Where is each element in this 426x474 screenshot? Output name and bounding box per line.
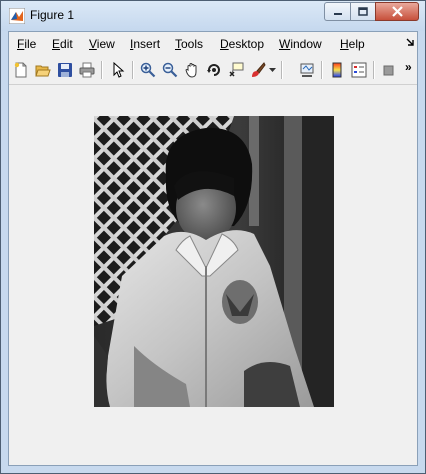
data-cursor-button[interactable] [226, 60, 246, 80]
brush-icon [252, 62, 266, 77]
figure-client-area: File Edit View Insert Tools Desktop Wind… [8, 31, 418, 466]
photo-rendering [94, 116, 334, 407]
toolbar-separator [321, 61, 322, 79]
menu-file[interactable]: File [17, 37, 36, 51]
save-figure-button[interactable] [55, 60, 75, 80]
pan-hand-icon [185, 63, 197, 78]
insert-colorbar-icon [332, 62, 342, 78]
minimize-button[interactable] [324, 2, 350, 21]
link-plot-button[interactable] [297, 60, 317, 80]
print-figure-icon [79, 62, 95, 78]
menu-help[interactable]: Help [340, 37, 365, 51]
insert-colorbar-button[interactable] [327, 60, 347, 80]
toolbar-separator [373, 61, 374, 79]
figure-toolbar: » [9, 56, 417, 85]
new-figure-button[interactable] [11, 60, 31, 80]
photo-image [94, 116, 334, 407]
open-file-button[interactable] [33, 60, 53, 80]
rotate-3d-icon [207, 64, 220, 76]
data-cursor-icon [229, 62, 244, 77]
title-bar[interactable]: Figure 1 [1, 1, 425, 31]
hide-plot-tools-button[interactable] [379, 60, 399, 80]
menu-desktop[interactable]: Desktop [220, 37, 264, 51]
zoom-out-icon [162, 62, 178, 78]
minimize-icon [333, 12, 342, 15]
brush-dropdown-icon [268, 67, 276, 72]
window-controls [324, 2, 419, 22]
matlab-logo-icon [9, 8, 25, 24]
pan-button[interactable] [182, 60, 202, 80]
window-title: Figure 1 [30, 8, 75, 22]
dock-figure-icon[interactable] [406, 38, 415, 47]
link-plot-icon [300, 63, 314, 77]
edit-plot-button[interactable] [108, 60, 128, 80]
zoom-in-icon [140, 62, 156, 78]
insert-legend-icon [351, 62, 367, 78]
maximize-icon [358, 7, 368, 16]
menu-tools[interactable]: Tools [175, 37, 203, 51]
figure-canvas[interactable] [9, 85, 417, 465]
menu-window[interactable]: Window [279, 37, 322, 51]
menu-bar: File Edit View Insert Tools Desktop Wind… [9, 32, 417, 56]
zoom-out-button[interactable] [160, 60, 180, 80]
close-button[interactable] [375, 2, 419, 21]
open-file-icon [35, 65, 51, 77]
save-figure-icon [58, 63, 72, 77]
edit-plot-arrow-icon [113, 62, 125, 78]
print-figure-button[interactable] [77, 60, 97, 80]
toolbar-overflow-icon[interactable]: » [405, 60, 412, 74]
brush-button[interactable] [248, 60, 268, 80]
maximize-button[interactable] [350, 2, 375, 21]
brush-dropdown-button[interactable] [267, 60, 277, 80]
new-figure-icon [14, 62, 27, 78]
rotate-3d-button[interactable] [204, 60, 224, 80]
close-icon [391, 6, 403, 17]
menu-edit[interactable]: Edit [52, 37, 73, 51]
toolbar-separator [101, 61, 102, 79]
figure-window: Figure 1 File Edit View Insert Tools Des… [0, 0, 426, 474]
insert-legend-button[interactable] [349, 60, 369, 80]
toolbar-separator [281, 61, 282, 79]
toolbar-separator [132, 61, 133, 79]
menu-insert[interactable]: Insert [130, 37, 160, 51]
zoom-in-button[interactable] [138, 60, 158, 80]
menu-view[interactable]: View [89, 37, 115, 51]
hide-plot-tools-icon [383, 65, 394, 76]
